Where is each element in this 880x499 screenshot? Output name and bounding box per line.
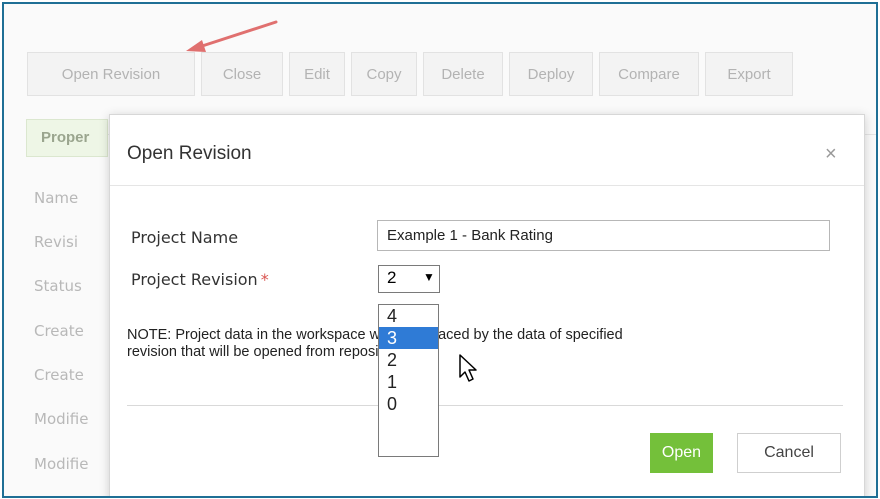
- tab-properties[interactable]: Proper: [26, 119, 108, 157]
- revision-dropdown-list: 4 3 2 1 0: [378, 304, 439, 457]
- compare-button[interactable]: Compare: [599, 52, 699, 96]
- open-button[interactable]: Open: [650, 433, 713, 473]
- revision-option[interactable]: 1: [379, 371, 438, 393]
- export-button[interactable]: Export: [705, 52, 793, 96]
- project-revision-label: Project Revision *: [131, 270, 269, 289]
- deploy-button[interactable]: Deploy: [509, 52, 593, 96]
- close-icon[interactable]: ×: [825, 143, 837, 166]
- field-label: Status: [34, 277, 82, 295]
- app-frame: Open Revision Close Edit Copy Delete Dep…: [2, 2, 878, 498]
- delete-button[interactable]: Delete: [423, 52, 503, 96]
- field-label: Modifie: [34, 455, 89, 473]
- edit-button[interactable]: Edit: [289, 52, 345, 96]
- revision-option[interactable]: 4: [379, 305, 438, 327]
- revision-option-highlighted[interactable]: 3: [379, 327, 438, 349]
- toolbar: Open Revision Close Edit Copy Delete Dep…: [27, 52, 793, 96]
- open-revision-dialog: Open Revision × Project Name Project Rev…: [109, 114, 865, 496]
- annotation-arrow-icon: [186, 20, 278, 52]
- project-name-input[interactable]: [377, 220, 830, 251]
- footer-divider: [127, 405, 843, 406]
- cancel-button[interactable]: Cancel: [737, 433, 841, 473]
- note-line-1: NOTE: Project data in the workspace will…: [127, 327, 623, 343]
- revision-option[interactable]: 2: [379, 349, 438, 371]
- field-label: Create: [34, 322, 84, 340]
- dialog-title: Open Revision: [127, 143, 252, 164]
- field-label: Modifie: [34, 410, 89, 428]
- note-line-2: revision that will be opened from reposi…: [127, 344, 406, 360]
- open-revision-button[interactable]: Open Revision: [27, 52, 195, 96]
- note-text: NOTE: Project data in the workspace will…: [127, 327, 847, 361]
- close-button[interactable]: Close: [201, 52, 283, 96]
- required-marker: *: [260, 270, 269, 289]
- project-name-label: Project Name: [131, 228, 239, 247]
- field-label: Create: [34, 366, 84, 384]
- dialog-header: Open Revision ×: [110, 115, 864, 186]
- field-label: Name: [34, 189, 79, 207]
- revision-option[interactable]: 0: [379, 393, 438, 415]
- copy-button[interactable]: Copy: [351, 52, 417, 96]
- selected-revision-value: 2: [387, 268, 397, 287]
- mouse-pointer-icon: [459, 354, 477, 382]
- field-label: Revisi: [34, 233, 79, 251]
- project-revision-label-text: Project Revision: [131, 270, 258, 289]
- project-revision-select[interactable]: 2 ▼: [378, 265, 440, 293]
- chevron-down-icon: ▼: [423, 270, 435, 284]
